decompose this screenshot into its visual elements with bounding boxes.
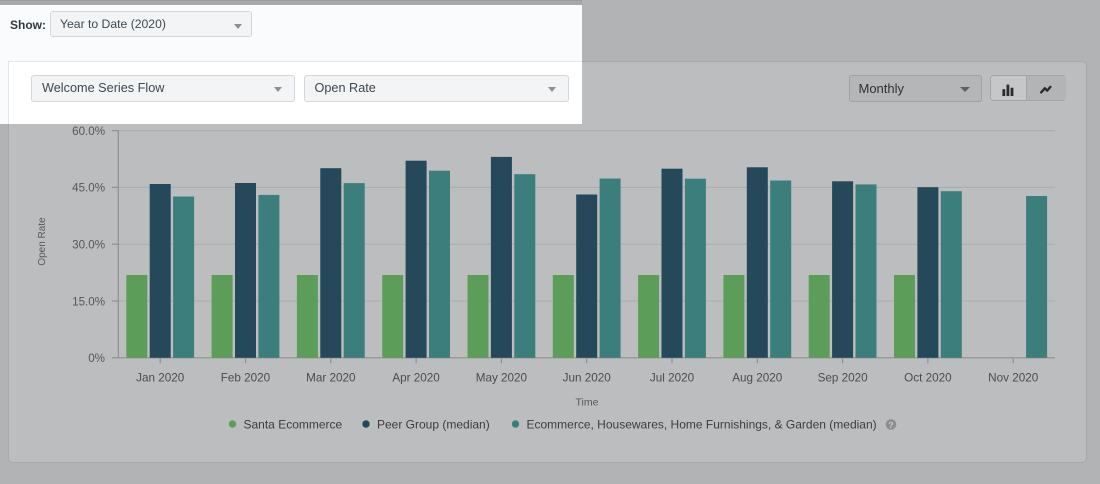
svg-text:Mar 2020: Mar 2020 — [306, 372, 356, 385]
svg-text:Apr 2020: Apr 2020 — [392, 372, 440, 385]
svg-text:Jul 2020: Jul 2020 — [650, 372, 695, 385]
svg-text:Oct 2020: Oct 2020 — [904, 372, 952, 385]
svg-text:Feb 2020: Feb 2020 — [221, 372, 271, 385]
svg-text:Santa Ecommerce: Santa Ecommerce — [244, 418, 343, 432]
svg-text:Ecommerce, Housewares, Home Fu: Ecommerce, Housewares, Home Furnishings,… — [527, 418, 877, 432]
svg-text:Jun 2020: Jun 2020 — [563, 372, 612, 385]
svg-text:45.0%: 45.0% — [72, 182, 105, 195]
svg-text:Open Rate: Open Rate — [37, 217, 48, 266]
svg-text:0%: 0% — [88, 352, 105, 365]
svg-text:Peer Group (median): Peer Group (median) — [377, 418, 490, 432]
svg-text:30.0%: 30.0% — [72, 239, 105, 252]
svg-text:Sep 2020: Sep 2020 — [818, 372, 869, 385]
svg-text:May 2020: May 2020 — [476, 372, 528, 385]
svg-text:60.0%: 60.0% — [72, 125, 105, 138]
svg-text:Nov 2020: Nov 2020 — [988, 372, 1039, 385]
svg-text:15.0%: 15.0% — [72, 295, 105, 308]
svg-text:Time: Time — [576, 397, 599, 409]
svg-text:Aug 2020: Aug 2020 — [732, 372, 783, 385]
svg-text:Jan 2020: Jan 2020 — [136, 372, 185, 385]
svg-text:?: ? — [888, 420, 893, 430]
